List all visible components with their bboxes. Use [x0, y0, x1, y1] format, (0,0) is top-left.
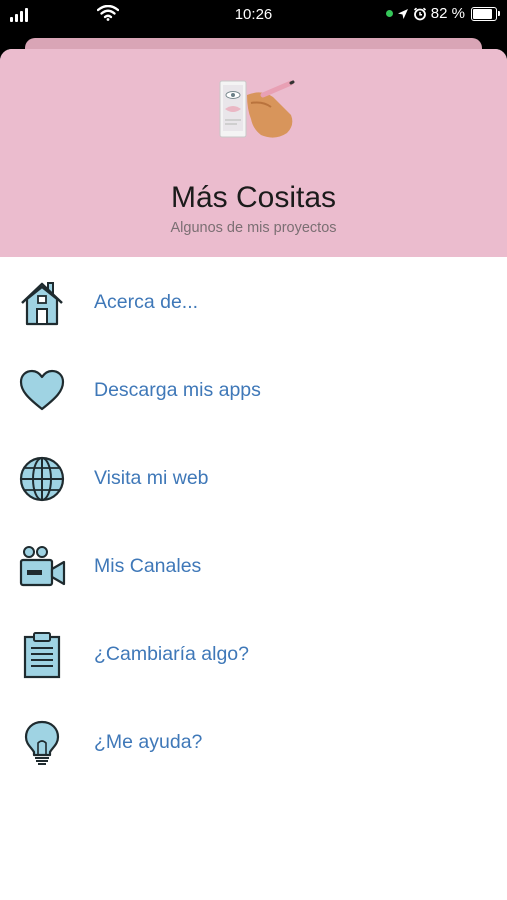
battery-percent: 82 %: [430, 5, 465, 22]
menu-item-label: Mis Canales: [94, 555, 202, 577]
location-arrow-icon: [397, 8, 408, 19]
menu-item-label: Acerca de...: [94, 291, 199, 313]
clipboard-icon: [23, 632, 61, 679]
alarm-icon: [413, 7, 426, 20]
battery-icon: [471, 6, 500, 21]
menu-item-download-apps[interactable]: Descarga mis apps: [0, 345, 507, 433]
house-icon: [21, 282, 63, 326]
menu-item-visit-web[interactable]: Visita mi web: [0, 433, 507, 521]
modal-sheet: Más Cositas Algunos de mis proyectos Ace…: [0, 49, 507, 900]
menu-item-help[interactable]: ¿Me ayuda?: [0, 697, 507, 785]
status-bar: 10:26 82 %: [0, 0, 507, 30]
lightbulb-icon: [24, 720, 60, 765]
menu-item-label: Visita mi web: [94, 467, 209, 489]
menu-item-label: ¿Cambiaría algo?: [94, 643, 249, 665]
app-logo: [219, 80, 295, 138]
page-subtitle: Algunos de mis proyectos: [170, 220, 337, 236]
header: Más Cositas Algunos de mis proyectos: [0, 49, 507, 257]
menu-item-about[interactable]: Acerca de...: [0, 257, 507, 345]
heart-icon: [19, 369, 65, 411]
globe-icon: [19, 456, 65, 502]
page-title: Más Cositas: [170, 181, 337, 214]
menu-item-label: ¿Me ayuda?: [94, 731, 203, 753]
menu-item-label: Descarga mis apps: [94, 379, 261, 401]
location-dot-icon: [385, 10, 393, 17]
menu-item-feedback[interactable]: ¿Cambiaría algo?: [0, 609, 507, 697]
video-camera-icon: [19, 546, 66, 587]
menu-item-channels[interactable]: Mis Canales: [0, 521, 507, 609]
status-right: 82 %: [385, 5, 500, 22]
